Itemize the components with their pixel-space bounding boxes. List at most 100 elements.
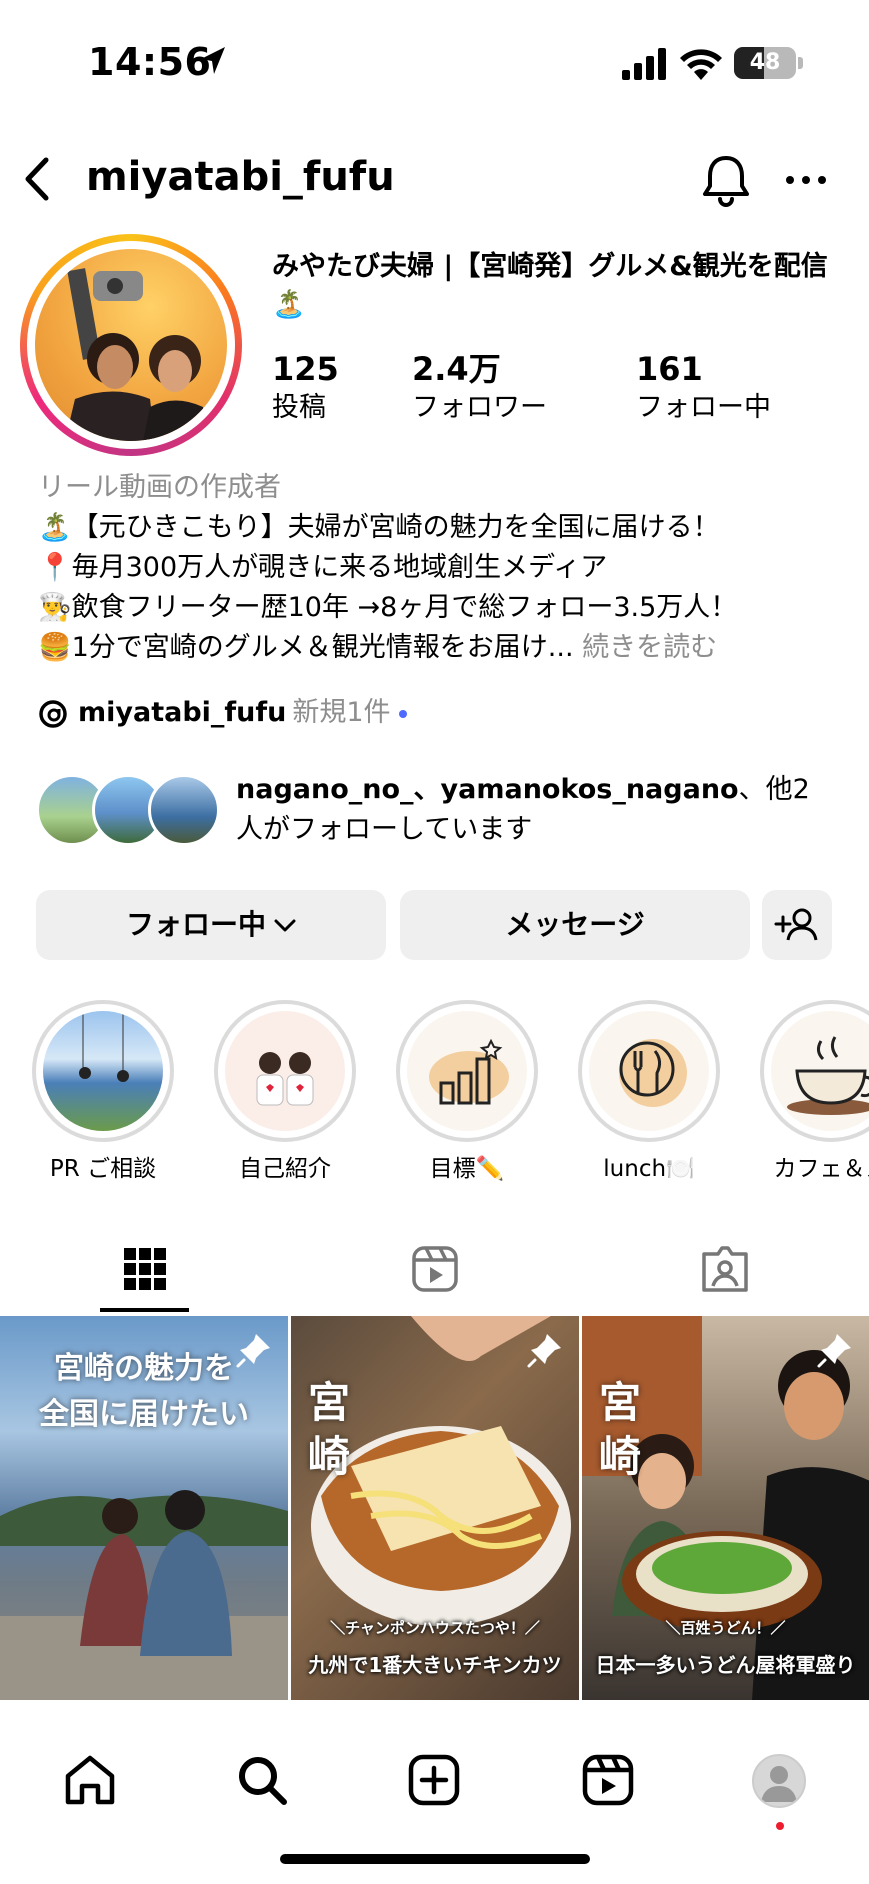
search-icon: [239, 1757, 287, 1805]
post-caption: 日本一多いうどん屋将軍盛り: [595, 1653, 856, 1677]
chevron-down-icon: [274, 919, 296, 932]
pin-icon: [236, 1334, 270, 1368]
profile-bio: リール動画の作成者 🏝️【元ひきこもり】夫婦が宮崎の魅力を全国に届ける！ 📍毎月…: [38, 468, 858, 668]
post-title: 宮崎: [598, 1378, 641, 1481]
message-button[interactable]: メッセージ: [400, 890, 750, 960]
post-title-line: 全国に届けたい: [39, 1397, 249, 1432]
add-person-icon: [774, 908, 818, 941]
highlight-cafe[interactable]: カフェ＆ス: [760, 1000, 869, 1184]
highlight-ring: [32, 1000, 174, 1142]
bio-line: 🍔1分で宮崎のグルメ＆観光情報をお届け...: [38, 632, 574, 663]
bio-line: 📍毎月300万人が覗きに来る地域創生メディア: [38, 552, 608, 583]
bio-line-last: 🍔1分で宮崎のグルメ＆観光情報をお届け... 続きを読む: [38, 628, 858, 668]
threads-icon: [39, 699, 67, 728]
tab-reels[interactable]: [290, 1230, 579, 1312]
post-caption: 九州で1番大きいチキンカツ: [308, 1653, 562, 1677]
highlight-cover: [43, 1011, 163, 1131]
location-arrow-icon: [201, 47, 225, 74]
post-thumbnail[interactable]: 宮崎の魅力を 全国に届けたい: [0, 1316, 288, 1700]
post-subtitle: ＼百姓うどん！／: [665, 1619, 786, 1637]
post-title: 宮崎: [307, 1378, 350, 1481]
following-count: 161: [636, 350, 703, 388]
home-indicator: [280, 1854, 590, 1864]
read-more-link[interactable]: 続きを読む: [582, 632, 717, 663]
message-button-label: メッセージ: [505, 908, 645, 941]
header-username: miyatabi_fufu: [86, 154, 395, 200]
highlight-ring: [578, 1000, 720, 1142]
following-button[interactable]: フォロー中: [36, 890, 386, 960]
home-icon: [65, 1755, 115, 1805]
tagged-person-icon: [702, 1246, 748, 1292]
profile-display-name: みやたび夫婦 |【宮崎発】グルメ&観光を配信🏝️: [272, 251, 828, 320]
threads-handle: miyatabi_fufu: [78, 697, 287, 728]
pin-icon: [817, 1334, 851, 1368]
create-post-icon: [408, 1754, 460, 1806]
nav-search[interactable]: [234, 1752, 290, 1808]
reels-icon: [582, 1754, 634, 1806]
tab-tagged[interactable]: [580, 1230, 869, 1312]
followers-count: 2.4万: [412, 350, 501, 388]
mutual-followers-text[interactable]: nagano_no_、yamanokos_nagano、他2人がフォローしていま…: [236, 770, 836, 850]
nav-create[interactable]: [406, 1752, 462, 1808]
battery-cap: [798, 57, 803, 69]
back-chevron-icon[interactable]: [18, 154, 58, 204]
threads-badge[interactable]: miyatabi_fufu 新規1件: [36, 692, 407, 734]
tab-posts-grid[interactable]: [0, 1230, 289, 1312]
threads-unread-dot: [398, 709, 407, 718]
post-subtitle: ＼チャンポンハウスたつや！／: [330, 1619, 540, 1637]
highlight-lunch[interactable]: lunch🍽️: [578, 1000, 720, 1184]
highlight-cover: [589, 1011, 709, 1131]
post-photo: [582, 1316, 869, 1700]
highlight-goal[interactable]: 目標✏️: [396, 1000, 538, 1184]
nav-home[interactable]: [62, 1752, 118, 1808]
highlight-pr[interactable]: PR ご相談: [32, 1000, 174, 1184]
mutual-follower-avatars[interactable]: [36, 774, 220, 846]
grid-icon: [124, 1248, 166, 1290]
highlight-label: PR ご相談: [49, 1156, 157, 1182]
profile-notification-dot: [776, 1822, 784, 1830]
stat-following[interactable]: 161 フォロー中: [636, 350, 771, 428]
wifi-icon: [680, 49, 722, 80]
coffee-cup-illustration: [787, 1036, 869, 1115]
battery-percent: 48: [749, 50, 781, 75]
bar-chart-illustration: [429, 1038, 509, 1105]
default-avatar-icon: [761, 1766, 797, 1802]
swing-photo: [79, 1011, 129, 1082]
following-button-label: フォロー中: [125, 908, 266, 941]
highlight-ring: [760, 1000, 869, 1142]
suggest-people-button[interactable]: [762, 890, 832, 960]
profile-tabs: [0, 1230, 869, 1312]
active-tab-indicator: [100, 1308, 189, 1312]
reels-icon: [412, 1246, 458, 1292]
pin-icon: [527, 1334, 561, 1368]
avatar-photo: [65, 268, 207, 441]
highlight-label: 自己紹介: [239, 1156, 331, 1182]
battery-icon: 48: [734, 47, 796, 79]
stat-posts[interactable]: 125 投稿: [272, 350, 339, 428]
post-thumbnail[interactable]: 宮崎 ＼チャンポンハウスたつや！／ 九州で1番大きいチキンカツ: [291, 1316, 579, 1700]
couple-illustration: [256, 1052, 314, 1106]
stat-followers[interactable]: 2.4万 フォロワー: [412, 350, 547, 428]
highlight-label: lunch🍽️: [603, 1156, 695, 1182]
post-photo: [311, 1316, 571, 1626]
profile-avatar[interactable]: [35, 249, 227, 441]
threads-new-count: 新規1件: [292, 697, 391, 728]
bell-icon[interactable]: [700, 152, 752, 208]
mutual-avatar: [148, 774, 220, 846]
highlight-cover: [225, 1011, 345, 1131]
nav-profile-avatar[interactable]: [752, 1754, 806, 1808]
profile-category: リール動画の作成者: [38, 472, 281, 503]
highlight-label: 目標✏️: [429, 1156, 505, 1182]
cellular-signal-icon: [622, 48, 666, 80]
highlight-cover: [771, 1011, 869, 1131]
nav-reels[interactable]: [580, 1752, 636, 1808]
followers-label: フォロワー: [412, 392, 547, 423]
highlight-intro[interactable]: 自己紹介: [214, 1000, 356, 1184]
bio-line: 👨‍🍳飲食フリーター歴10年 →8ヶ月で総フォロー3.5万人！: [38, 592, 738, 623]
highlight-ring: [396, 1000, 538, 1142]
mutual-names: nagano_no_、yamanokos_nagano: [236, 774, 739, 805]
status-bar: 14:56 48: [0, 0, 869, 120]
profile-header: miyatabi_fufu: [0, 140, 869, 220]
post-thumbnail[interactable]: 宮崎 ＼百姓うどん！／ 日本一多いうどん屋将軍盛り: [582, 1316, 869, 1700]
more-options-icon[interactable]: [784, 160, 828, 200]
